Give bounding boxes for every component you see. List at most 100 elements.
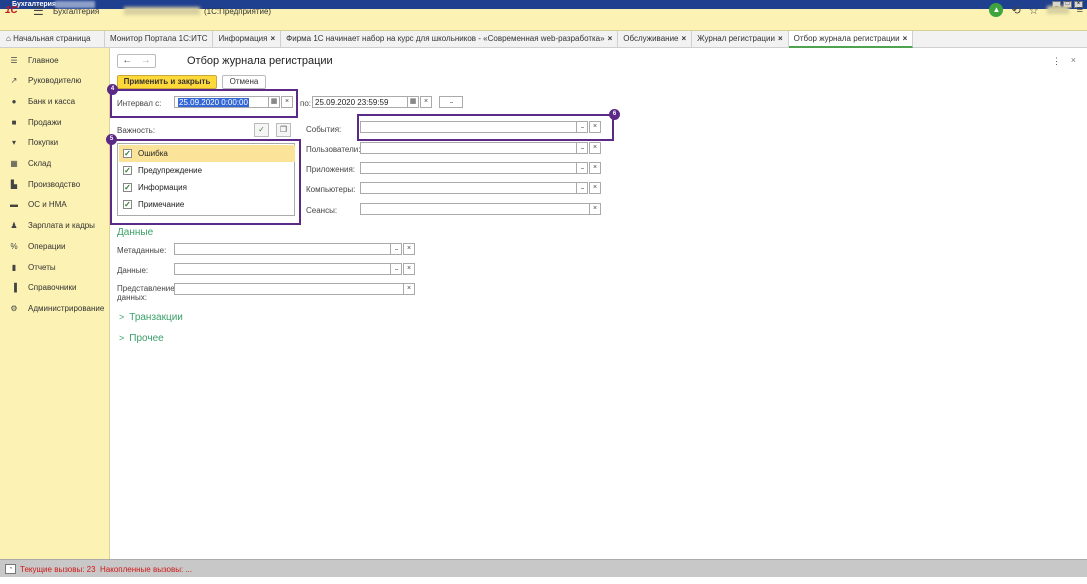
list-item[interactable]: ✓ Примечание [119,196,295,213]
sidebar-item-salary[interactable]: ♟ Зарплата и кадры [0,215,110,235]
checkbox-checked-icon[interactable]: ✓ [123,200,132,209]
tab-home[interactable]: ⌂ Начальная страница [0,31,105,48]
interval-from-input[interactable]: 25.09.2020 0:00:00 [174,96,269,108]
data-input[interactable] [174,263,391,275]
choose-period-button[interactable]: ... [439,96,463,108]
clear-icon[interactable]: × [589,182,601,194]
bag-icon: ■ [11,117,17,127]
select-button[interactable]: ... [390,243,402,255]
data-repr-input[interactable] [174,283,404,295]
list-item[interactable]: ✓ Предупреждение [119,162,295,179]
close-tab-icon[interactable]: × [778,34,783,43]
tab-its-monitor[interactable]: Монитор Портала 1С:ИТС [105,31,214,48]
cancel-button[interactable]: Отмена [222,75,266,89]
sidebar-item-production[interactable]: ▙ Производство [0,174,110,194]
computers-input[interactable] [360,182,577,194]
select-button[interactable]: ... [390,263,402,275]
sidebar-item-bank[interactable]: ● Банк и касса [0,91,110,111]
settings-menu-icon[interactable]: ≡ [1077,4,1083,16]
checkbox-checked-icon[interactable]: ✓ [123,166,132,175]
sidebar-item-assets[interactable]: ▬ ОС и НМА [0,194,110,214]
clear-icon[interactable]: × [589,162,601,174]
other-section[interactable]: > Прочее [119,333,164,344]
list-item[interactable]: ✓ Ошибка [119,145,295,162]
checkbox-checked-icon[interactable]: ✓ [123,149,132,158]
clear-icon[interactable]: × [589,121,601,133]
calendar-icon[interactable]: ▦ [407,96,419,108]
factory-icon: ▙ [10,179,18,189]
badge-events: 6 [609,109,620,120]
select-button[interactable]: ... [576,121,588,133]
close-tab-icon[interactable]: × [682,34,687,43]
sidebar-item-reports[interactable]: ▮ Отчеты [0,257,110,277]
users-input[interactable] [360,142,577,154]
tab-event-log-filter[interactable]: Отбор журнала регистрации × [788,31,914,48]
tab-service[interactable]: Обслуживание × [618,31,693,48]
clear-icon[interactable]: × [420,96,432,108]
apps-label: Приложения: [306,165,356,174]
clear-icon[interactable]: × [403,243,415,255]
interval-from-label: Интервал с: [117,99,162,108]
sidebar-item-manager[interactable]: ↗ Руководителю [0,70,110,90]
tab-event-log[interactable]: Журнал регистрации × [692,31,789,48]
sidebar-item-purchases[interactable]: ▾ Покупки [0,132,110,152]
blurred-info [124,7,200,15]
form-close-icon[interactable]: × [1071,55,1076,65]
blurred-user [1046,6,1069,14]
check-all-icon[interactable]: ✓ [254,123,269,137]
list-item[interactable]: ✓ Информация [119,179,295,196]
checkbox-checked-icon[interactable]: ✓ [123,183,132,192]
coin-icon: ● [11,96,17,106]
computers-label: Компьютеры: [306,185,356,194]
clear-icon[interactable]: × [403,263,415,275]
header-tools: ▲ ⟲ ☆ ≡ [989,3,1083,17]
metadata-input[interactable] [174,243,391,255]
sidebar-item-operations[interactable]: % Операции [0,236,110,256]
sidebar-item-warehouse[interactable]: ▦ Склад [0,153,110,173]
sidebar-item-admin[interactable]: ⚙ Администрирование [0,298,110,318]
page-title: Отбор журнала регистрации [187,55,333,67]
apps-input[interactable] [360,162,577,174]
metadata-label: Метаданные: [117,246,167,255]
tab-news[interactable]: Фирма 1С начинает набор на курс для школ… [281,31,619,48]
calendar-icon[interactable]: ▦ [268,96,280,108]
interval-to-label: по: [300,99,312,108]
notification-bell-icon[interactable]: ▲ [989,3,1004,17]
close-tab-icon[interactable]: × [903,34,908,43]
uncheck-all-icon[interactable]: ❐ [276,123,291,137]
interval-to-input[interactable]: 25.09.2020 23:59:59 [312,96,408,108]
chevron-right-icon: > [119,333,125,343]
severity-list: ✓ Ошибка ✓ Предупреждение ✓ Информация ✓ При… [117,143,295,216]
close-tab-icon[interactable]: × [270,34,275,43]
forward-arrow-icon[interactable]: → [137,55,156,67]
clear-icon[interactable]: × [403,283,415,295]
close-tab-icon[interactable]: × [608,34,613,43]
favorites-star-icon[interactable]: ☆ [1029,4,1039,17]
apply-and-close-button[interactable]: Применить и закрыть [117,75,217,89]
select-button[interactable]: ... [576,182,588,194]
history-icon[interactable]: ⟲ [1011,4,1020,17]
sidebar: ☰ Главное ↗ Руководителю ● Банк и касса ■ Пр… [0,48,110,559]
sidebar-item-catalogs[interactable]: ▐ Справочники [0,277,110,297]
list-icon: ☰ [10,55,18,65]
sessions-label: Сеансы: [306,206,338,215]
cart-icon: ▾ [11,137,16,147]
clear-icon[interactable]: × [589,142,601,154]
book-icon: ▐ [11,282,17,292]
clear-icon[interactable]: × [589,203,601,215]
operations-icon: % [10,241,18,251]
menu-icon[interactable]: ☰ [33,4,44,18]
clear-icon[interactable]: × [281,96,293,108]
severity-label: Важность: [117,126,156,135]
sidebar-item-main[interactable]: ☰ Главное [0,50,110,70]
sidebar-item-sales[interactable]: ■ Продажи [0,112,110,132]
tab-info[interactable]: Информация × [213,31,282,48]
select-button[interactable]: ... [576,162,588,174]
performance-icon[interactable]: ◔ [5,564,16,574]
events-input[interactable] [360,121,577,133]
more-options-icon[interactable]: ⋮ [1052,56,1061,67]
back-arrow-icon[interactable]: ← [118,55,137,67]
select-button[interactable]: ... [576,142,588,154]
sessions-input[interactable] [360,203,590,215]
transactions-section[interactable]: > Транзакции [119,312,183,323]
